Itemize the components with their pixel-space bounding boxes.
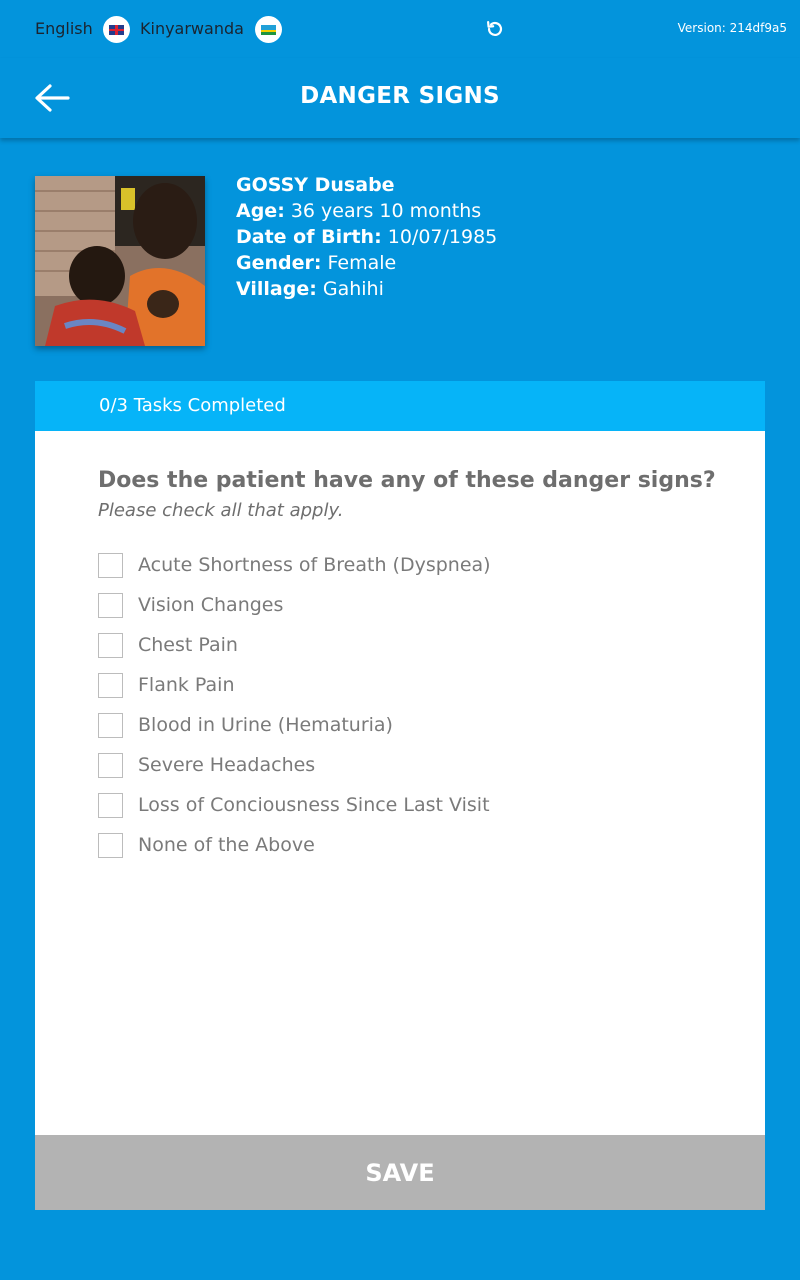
patient-dob: 10/07/1985 bbox=[387, 226, 498, 248]
option-label: Flank Pain bbox=[138, 674, 235, 696]
save-button[interactable]: SAVE bbox=[35, 1135, 765, 1210]
option-label: None of the Above bbox=[138, 834, 315, 856]
patient-gender: Female bbox=[327, 252, 397, 274]
patient-age: 36 years 10 months bbox=[290, 200, 482, 222]
top-bar: English Kinyarwanda Version: 214df9a5 bbox=[0, 0, 800, 58]
uk-flag-icon[interactable] bbox=[103, 16, 130, 43]
version-text: Version: 214df9a5 bbox=[677, 21, 787, 35]
checkbox[interactable] bbox=[98, 832, 123, 858]
patient-village-row: Village: Gahihi bbox=[236, 278, 384, 300]
task-progress-header: 0/3 Tasks Completed bbox=[35, 381, 765, 431]
option-label: Loss of Conciousness Since Last Visit bbox=[138, 794, 490, 816]
rwanda-flag-icon[interactable] bbox=[255, 16, 282, 43]
language-kinyarwanda[interactable]: Kinyarwanda bbox=[140, 19, 244, 38]
checkbox[interactable] bbox=[98, 792, 123, 818]
option-label: Acute Shortness of Breath (Dyspnea) bbox=[138, 554, 491, 576]
question-text: Does the patient have any of these dange… bbox=[98, 468, 716, 493]
instruction-text: Please check all that apply. bbox=[98, 500, 344, 521]
patient-dob-row: Date of Birth: 10/07/1985 bbox=[236, 226, 498, 248]
option-none-of-the-above[interactable]: None of the Above bbox=[98, 832, 315, 858]
patient-village: Gahihi bbox=[322, 278, 384, 300]
patient-info: GOSSY Dusabe Age: 36 years 10 months Dat… bbox=[236, 172, 497, 302]
option-loss-of-consciousness[interactable]: Loss of Conciousness Since Last Visit bbox=[98, 792, 490, 818]
option-chest-pain[interactable]: Chest Pain bbox=[98, 632, 238, 658]
patient-age-row: Age: 36 years 10 months bbox=[236, 200, 482, 222]
option-flank-pain[interactable]: Flank Pain bbox=[98, 672, 235, 698]
app-header: DANGER SIGNS bbox=[0, 58, 800, 138]
page-title: DANGER SIGNS bbox=[300, 83, 500, 109]
language-english[interactable]: English bbox=[35, 19, 93, 38]
patient-photo bbox=[35, 176, 205, 346]
option-label: Severe Headaches bbox=[138, 754, 316, 776]
option-label: Vision Changes bbox=[138, 594, 284, 616]
option-dyspnea[interactable]: Acute Shortness of Breath (Dyspnea) bbox=[98, 552, 491, 578]
option-label: Blood in Urine (Hematuria) bbox=[138, 714, 393, 736]
checkbox[interactable] bbox=[98, 632, 123, 658]
patient-gender-row: Gender: Female bbox=[236, 252, 397, 274]
task-card: Does the patient have any of these dange… bbox=[35, 431, 765, 1135]
option-label: Chest Pain bbox=[138, 634, 238, 656]
option-vision-changes[interactable]: Vision Changes bbox=[98, 592, 283, 618]
checkbox[interactable] bbox=[98, 672, 123, 698]
checkbox[interactable] bbox=[98, 712, 123, 738]
option-severe-headaches[interactable]: Severe Headaches bbox=[98, 752, 315, 778]
option-hematuria[interactable]: Blood in Urine (Hematuria) bbox=[98, 712, 393, 738]
checkbox[interactable] bbox=[98, 552, 123, 578]
patient-name: GOSSY Dusabe bbox=[236, 174, 395, 196]
checkbox[interactable] bbox=[98, 752, 123, 778]
refresh-icon[interactable] bbox=[484, 18, 506, 40]
checkbox[interactable] bbox=[98, 592, 123, 618]
